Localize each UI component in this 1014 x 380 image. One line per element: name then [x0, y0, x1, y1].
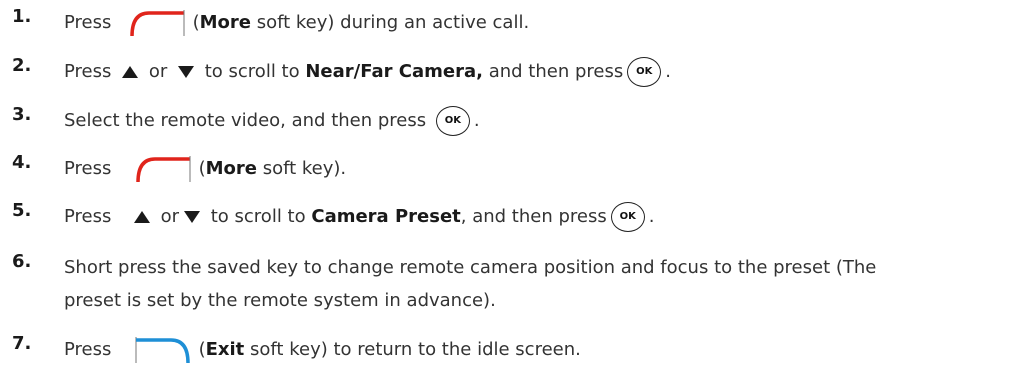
step-number: 2. [12, 55, 32, 76]
step-number: 3. [12, 104, 32, 125]
ok-key-icon: OK [610, 202, 645, 232]
down-arrow-icon [178, 66, 194, 78]
down-arrow-icon [184, 211, 200, 223]
step-number: 7. [12, 333, 32, 354]
up-arrow-icon [122, 66, 139, 78]
step-number: 4. [12, 152, 32, 173]
soft-key-name: More [199, 12, 251, 33]
step-number: 5. [12, 200, 32, 221]
step-text: Press [64, 12, 112, 33]
step-number: 1. [12, 6, 32, 27]
procedure-steps: 1. Press (More soft key) during an activ… [0, 0, 1014, 380]
up-arrow-icon [133, 211, 150, 223]
more-soft-key-icon [135, 155, 191, 183]
step-text-line: Short press the saved key to change remo… [64, 257, 877, 278]
more-soft-key-icon [129, 9, 185, 37]
step-text-line: preset is set by the remote system in ad… [64, 290, 496, 311]
exit-soft-key-icon [135, 336, 191, 364]
ok-key-icon: OK [435, 106, 470, 136]
ok-key-icon: OK [627, 57, 662, 87]
step-number: 6. [12, 251, 32, 272]
